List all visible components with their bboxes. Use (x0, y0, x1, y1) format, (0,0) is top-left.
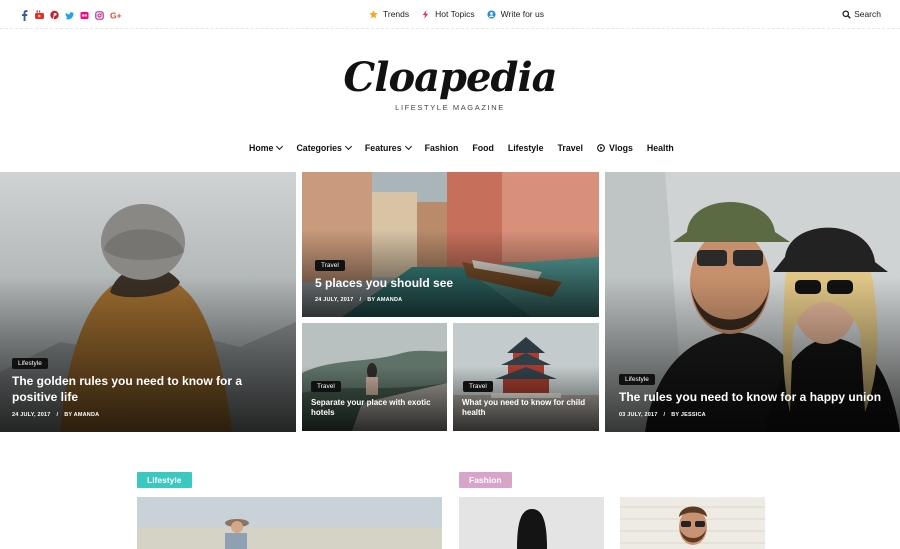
post-title[interactable]: Separate your place with exotic hotels (311, 398, 443, 419)
nav-item-label: Home (249, 143, 274, 153)
write-for-us-label: Write for us (500, 9, 544, 19)
star-icon (369, 9, 378, 19)
bolt-icon (421, 9, 430, 19)
featured-post-center-bottom-left[interactable]: Travel Separate your place with exotic h… (302, 323, 447, 431)
nav-item-vlogs[interactable]: Vlogs (597, 143, 633, 153)
nav-item-features[interactable]: Features (364, 142, 412, 153)
play-circle-icon (597, 144, 605, 152)
fashion-post-image-1[interactable] (459, 497, 604, 549)
nav-item-label: Health (646, 143, 674, 153)
top-bar: G+ Trends Hot Topics Write for us Search (0, 0, 900, 29)
hot-topics-link[interactable]: Hot Topics (421, 9, 475, 19)
nav-item-lifestyle[interactable]: Lifestyle (508, 143, 544, 153)
post-title[interactable]: What you need to know for child health (462, 398, 594, 419)
twitter-icon[interactable] (65, 8, 74, 20)
lifestyle-post-image[interactable] (137, 497, 442, 549)
site-logo[interactable]: Cloapedia LIFESTYLE MAGAZINE (0, 53, 900, 112)
featured-post-center-top[interactable]: Travel 5 places you should see 24 JULY, … (302, 172, 599, 317)
nav-item-label: Features (364, 143, 402, 153)
image-overlay (0, 276, 296, 432)
post-date: 03 JULY, 2017 (619, 412, 658, 418)
chevron-down-icon (404, 142, 412, 151)
nav-item-categories[interactable]: Categories (296, 142, 352, 153)
bearded-man-photo (620, 497, 765, 549)
nav-item-home[interactable]: Home (249, 142, 284, 153)
write-for-us-link[interactable]: Write for us (487, 9, 544, 19)
nav-item-label: Categories (296, 143, 342, 153)
nav-item-label: Vlogs (608, 143, 633, 153)
nav-item-food[interactable]: Food (472, 143, 494, 153)
search-icon (842, 9, 851, 19)
social-links: G+ (20, 8, 122, 21)
chevron-down-icon (276, 142, 284, 151)
post-author[interactable]: BY JESSICA (671, 412, 706, 418)
trends-link[interactable]: Trends (369, 9, 409, 19)
hooded-figure-photo (459, 497, 604, 549)
image-overlay (302, 230, 599, 317)
post-date: 24 JULY, 2017 (12, 412, 51, 418)
post-meta: 03 JULY, 2017/BY JESSICA (619, 412, 706, 418)
category-badge[interactable]: Travel (463, 381, 493, 392)
pinterest-icon[interactable] (50, 8, 59, 20)
image-overlay (605, 276, 900, 432)
category-badge[interactable]: Lifestyle (619, 374, 655, 385)
post-title[interactable]: 5 places you should see (315, 276, 585, 292)
section-label-fashion[interactable]: Fashion (459, 472, 512, 488)
main-nav: Home Categories Features Fashion Food Li… (249, 142, 674, 153)
beach-photo (137, 497, 442, 549)
category-badge[interactable]: Lifestyle (12, 358, 48, 369)
instagram-icon[interactable] (95, 8, 104, 20)
post-title[interactable]: The golden rules you need to know for a … (12, 374, 282, 405)
nav-item-label: Travel (557, 143, 583, 153)
category-badge[interactable]: Travel (315, 260, 345, 271)
hot-topics-label: Hot Topics (435, 9, 475, 19)
nav-item-travel[interactable]: Travel (558, 143, 583, 153)
post-author[interactable]: BY AMANDA (367, 297, 402, 303)
chevron-down-icon (344, 142, 352, 151)
flickr-icon[interactable] (80, 8, 89, 19)
section-label-lifestyle[interactable]: Lifestyle (137, 472, 192, 488)
logo-title: Cloapedia (343, 54, 557, 101)
search-button[interactable]: Search (842, 9, 881, 19)
featured-post-center-bottom-right[interactable]: Travel What you need to know for child h… (453, 323, 599, 431)
featured-post-left[interactable]: Lifestyle The golden rules you need to k… (0, 172, 296, 432)
post-title[interactable]: The rules you need to know for a happy u… (619, 390, 894, 406)
fashion-post-image-2[interactable] (620, 497, 765, 549)
nav-item-label: Lifestyle (507, 143, 544, 153)
post-meta: 24 JULY, 2017/BY AMANDA (12, 412, 100, 418)
nav-item-fashion[interactable]: Fashion (425, 143, 459, 153)
google-plus-icon[interactable]: G+ (110, 8, 122, 21)
top-links: Trends Hot Topics Write for us (369, 9, 544, 19)
post-date: 24 JULY, 2017 (315, 297, 354, 303)
search-label: Search (854, 9, 881, 19)
nav-item-label: Fashion (424, 143, 459, 153)
post-meta: 24 JULY, 2017/BY AMANDA (315, 297, 403, 303)
youtube-icon[interactable] (35, 8, 44, 19)
user-circle-icon (487, 9, 496, 19)
featured-post-right[interactable]: Lifestyle The rules you need to know for… (605, 172, 900, 432)
facebook-icon[interactable] (20, 8, 29, 21)
logo-subtitle: LIFESTYLE MAGAZINE (395, 103, 505, 112)
svg-text:G+: G+ (110, 11, 122, 21)
nav-item-label: Food (472, 143, 494, 153)
nav-item-health[interactable]: Health (647, 143, 674, 153)
trends-label: Trends (383, 9, 410, 19)
category-badge[interactable]: Travel (311, 381, 341, 392)
post-author[interactable]: BY AMANDA (64, 412, 99, 418)
